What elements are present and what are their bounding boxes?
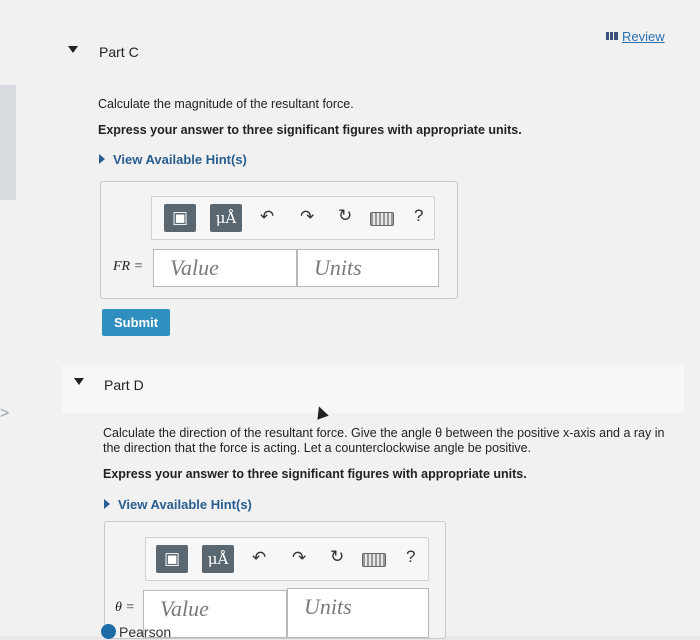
play-triangle-icon bbox=[104, 499, 110, 509]
part-d-collapse-caret-icon[interactable] bbox=[74, 378, 84, 385]
keyboard-icon[interactable] bbox=[362, 553, 386, 567]
undo-icon[interactable]: ↶ bbox=[252, 548, 266, 568]
redo-icon[interactable]: ↷ bbox=[292, 548, 306, 568]
part-c-toolbar: ▣ μÅ ↶ ↷ ↻ ? bbox=[151, 196, 435, 240]
page: > Review Part C Calculate the magnitude … bbox=[0, 0, 700, 640]
part-d-prompt: Calculate the direction of the resultant… bbox=[103, 426, 665, 455]
part-d-answer-box: ▣ μÅ ↶ ↷ ↻ ? θ = Value Units bbox=[104, 521, 446, 639]
keyboard-icon[interactable] bbox=[370, 212, 394, 226]
redo-icon[interactable]: ↷ bbox=[300, 207, 314, 227]
submit-button[interactable]: Submit bbox=[102, 309, 170, 336]
review-link[interactable]: Review bbox=[606, 29, 665, 44]
part-c-title: Part C bbox=[99, 44, 139, 60]
pearson-logo-icon bbox=[101, 624, 116, 639]
reset-icon[interactable]: ↻ bbox=[338, 206, 352, 226]
part-d-title: Part D bbox=[104, 377, 144, 393]
units-button[interactable]: μÅ bbox=[210, 204, 242, 232]
part-c-hint-link[interactable]: View Available Hint(s) bbox=[99, 152, 247, 167]
part-d-toolbar: ▣ μÅ ↶ ↷ ↻ ? bbox=[145, 537, 429, 581]
part-c-value-input[interactable]: Value bbox=[153, 249, 297, 287]
part-d-header-bar bbox=[62, 365, 684, 413]
play-triangle-icon bbox=[99, 154, 105, 164]
part-d-units-input[interactable]: Units bbox=[287, 588, 429, 638]
previous-arrow-icon[interactable]: > bbox=[0, 405, 18, 431]
part-c-collapse-caret-icon[interactable] bbox=[68, 46, 78, 53]
templates-icon[interactable]: ▣ bbox=[156, 545, 188, 573]
help-icon[interactable]: ? bbox=[414, 206, 423, 226]
part-d-variable-label: θ = bbox=[115, 600, 135, 615]
help-icon[interactable]: ? bbox=[406, 547, 415, 567]
part-d-instruction: Express your answer to three significant… bbox=[103, 467, 527, 481]
part-c-units-input[interactable]: Units bbox=[297, 249, 439, 287]
templates-icon[interactable]: ▣ bbox=[164, 204, 196, 232]
part-c-prompt: Calculate the magnitude of the resultant… bbox=[98, 97, 354, 111]
part-c-answer-box: ▣ μÅ ↶ ↷ ↻ ? FR = Value Units bbox=[100, 181, 458, 299]
review-bars-icon bbox=[606, 32, 618, 40]
units-button[interactable]: μÅ bbox=[202, 545, 234, 573]
undo-icon[interactable]: ↶ bbox=[260, 207, 274, 227]
part-d-hint-link[interactable]: View Available Hint(s) bbox=[104, 497, 252, 512]
reset-icon[interactable]: ↻ bbox=[330, 547, 344, 567]
part-c-variable-label: FR = bbox=[113, 259, 144, 274]
part-c-instruction: Express your answer to three significant… bbox=[98, 123, 522, 137]
pearson-logo: Pearson bbox=[101, 624, 171, 640]
left-panel-strip bbox=[0, 85, 16, 200]
